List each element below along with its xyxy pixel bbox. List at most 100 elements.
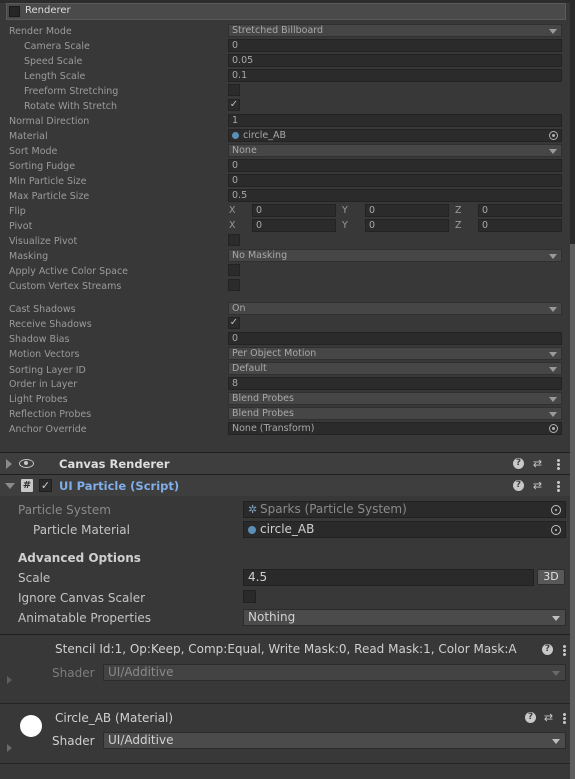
flip-z-field[interactable]: 0	[478, 204, 562, 217]
sorting-layer-id-dropdown[interactable]: Default	[228, 362, 562, 375]
sorting-fudge-row: Sorting Fudge 0	[0, 159, 570, 174]
sort-mode-dropdown[interactable]: None	[228, 144, 562, 157]
material-object-field[interactable]: circle_AB	[228, 129, 562, 142]
max-particle-size-field[interactable]: 0.5	[228, 189, 562, 202]
sort-mode-value: None	[232, 145, 257, 156]
render-mode-row: Render Mode Stretched Billboard	[0, 24, 570, 39]
kebab-menu-icon[interactable]	[555, 458, 561, 471]
axis-x-label: X	[229, 205, 236, 216]
presets-icon[interactable]: ⇄	[531, 479, 544, 492]
camera-scale-field[interactable]: 0	[228, 39, 562, 52]
ui-particle-header[interactable]: # ✓ UI Particle (Script) ? ⇄	[0, 474, 570, 496]
freeform-stretching-label: Freeform Stretching	[24, 86, 119, 97]
help-icon[interactable]: ?	[542, 644, 553, 655]
reflection-probes-dropdown[interactable]: Blend Probes	[228, 407, 562, 420]
flip-y-field[interactable]: 0	[365, 204, 449, 217]
foldout-arrow-icon[interactable]	[7, 744, 12, 752]
help-icon[interactable]: ?	[513, 458, 524, 469]
presets-icon[interactable]: ⇄	[542, 711, 555, 724]
foldout-arrow-icon[interactable]	[5, 483, 15, 489]
receive-shadows-checkbox[interactable]: ✓	[228, 317, 240, 329]
masking-dropdown[interactable]: No Masking	[228, 249, 562, 262]
script-icon: #	[21, 479, 33, 492]
chevron-down-icon	[549, 307, 557, 312]
apply-active-color-space-row: Apply Active Color Space	[0, 264, 570, 279]
particle-system-icon: ✲	[248, 503, 258, 516]
sorting-layer-id-value: Default	[232, 363, 267, 374]
apply-active-color-space-checkbox[interactable]	[228, 264, 240, 276]
speed-scale-field[interactable]: 0.05	[228, 54, 562, 67]
help-icon[interactable]: ?	[513, 480, 524, 491]
receive-shadows-row: Receive Shadows ✓	[0, 317, 570, 332]
pivot-z-field[interactable]: 0	[478, 219, 562, 232]
pivot-label: Pivot	[9, 221, 33, 232]
length-scale-field[interactable]: 0.1	[228, 69, 562, 82]
motion-vectors-row: Motion Vectors Per Object Motion	[0, 347, 570, 362]
ui-particle-title: UI Particle (Script)	[59, 479, 180, 493]
scale-3d-toggle-button[interactable]: 3D	[537, 569, 565, 585]
scrollbar-thumb[interactable]	[570, 244, 575, 779]
kebab-menu-icon[interactable]	[561, 712, 567, 725]
scale-field[interactable]: 4.5	[243, 569, 534, 586]
normal-direction-field[interactable]: 1	[228, 114, 562, 127]
particle-material-object-field[interactable]: circle_AB	[243, 521, 566, 538]
min-particle-size-field[interactable]: 0	[228, 174, 562, 187]
kebab-menu-icon[interactable]	[561, 644, 567, 657]
motion-vectors-dropdown[interactable]: Per Object Motion	[228, 347, 562, 360]
order-in-layer-field[interactable]: 8	[228, 377, 562, 390]
pivot-y-field[interactable]: 0	[365, 219, 449, 232]
stencil-shader-value: UI/Additive	[108, 665, 174, 679]
rotate-with-stretch-label: Rotate With Stretch	[24, 101, 117, 112]
ui-particle-enabled-checkbox[interactable]: ✓	[39, 479, 52, 492]
animatable-properties-dropdown[interactable]: Nothing	[243, 609, 566, 626]
scale-row: Scale 4.5 3D	[0, 569, 570, 589]
render-mode-label: Render Mode	[9, 26, 72, 37]
vertical-scrollbar[interactable]	[570, 0, 575, 779]
render-mode-dropdown[interactable]: Stretched Billboard	[228, 24, 562, 37]
chevron-down-icon	[549, 367, 557, 372]
pivot-x-field[interactable]: 0	[252, 219, 336, 232]
renderer-module-checkbox[interactable]	[9, 6, 20, 17]
foldout-arrow-icon[interactable]	[7, 676, 12, 684]
stencil-shader-dropdown[interactable]: UI/Additive	[103, 664, 566, 681]
material-label: Material	[9, 131, 48, 142]
anchor-override-object-field[interactable]: None (Transform)	[228, 422, 562, 435]
light-probes-dropdown[interactable]: Blend Probes	[228, 392, 562, 405]
particle-system-object-field[interactable]: ✲ Sparks (Particle System)	[243, 501, 566, 518]
presets-icon[interactable]: ⇄	[531, 457, 544, 470]
chevron-down-icon	[549, 29, 557, 34]
help-icon[interactable]: ?	[525, 712, 536, 723]
freeform-stretching-checkbox[interactable]	[228, 84, 240, 96]
object-picker-icon[interactable]	[549, 131, 558, 140]
visualize-pivot-label: Visualize Pivot	[9, 236, 78, 247]
axis-z-label: Z	[455, 220, 462, 231]
visualize-pivot-checkbox[interactable]	[228, 234, 240, 246]
canvas-renderer-header[interactable]: Canvas Renderer ? ⇄	[0, 452, 570, 474]
render-mode-value: Stretched Billboard	[232, 25, 324, 36]
masking-value: No Masking	[232, 250, 288, 261]
advanced-options-row: Advanced Options	[0, 549, 570, 569]
ignore-canvas-scaler-checkbox[interactable]	[243, 590, 256, 603]
order-in-layer-label: Order in Layer	[9, 379, 78, 390]
object-picker-icon[interactable]	[551, 505, 561, 515]
motion-vectors-value: Per Object Motion	[232, 348, 317, 359]
normal-direction-label: Normal Direction	[9, 116, 90, 127]
sorting-fudge-field[interactable]: 0	[228, 159, 562, 172]
flip-x-field[interactable]: 0	[252, 204, 336, 217]
object-picker-icon[interactable]	[551, 525, 561, 535]
kebab-menu-icon[interactable]	[555, 480, 561, 493]
rotate-with-stretch-checkbox[interactable]: ✓	[228, 99, 240, 111]
object-picker-icon[interactable]	[549, 424, 558, 433]
cast-shadows-value: On	[232, 303, 246, 314]
custom-vertex-streams-checkbox[interactable]	[228, 279, 240, 291]
cast-shadows-label: Cast Shadows	[9, 304, 76, 315]
renderer-module-header[interactable]: Renderer	[6, 3, 566, 20]
circle-shader-dropdown[interactable]: UI/Additive	[103, 732, 566, 749]
eye-icon	[19, 459, 34, 468]
shadow-bias-field[interactable]: 0	[228, 332, 562, 345]
cast-shadows-dropdown[interactable]: On	[228, 302, 562, 315]
flip-vector3: X 0 Y 0 Z 0	[228, 204, 562, 217]
foldout-arrow-icon[interactable]	[6, 459, 12, 469]
shadow-bias-row: Shadow Bias 0	[0, 332, 570, 347]
sort-mode-row: Sort Mode None	[0, 144, 570, 159]
